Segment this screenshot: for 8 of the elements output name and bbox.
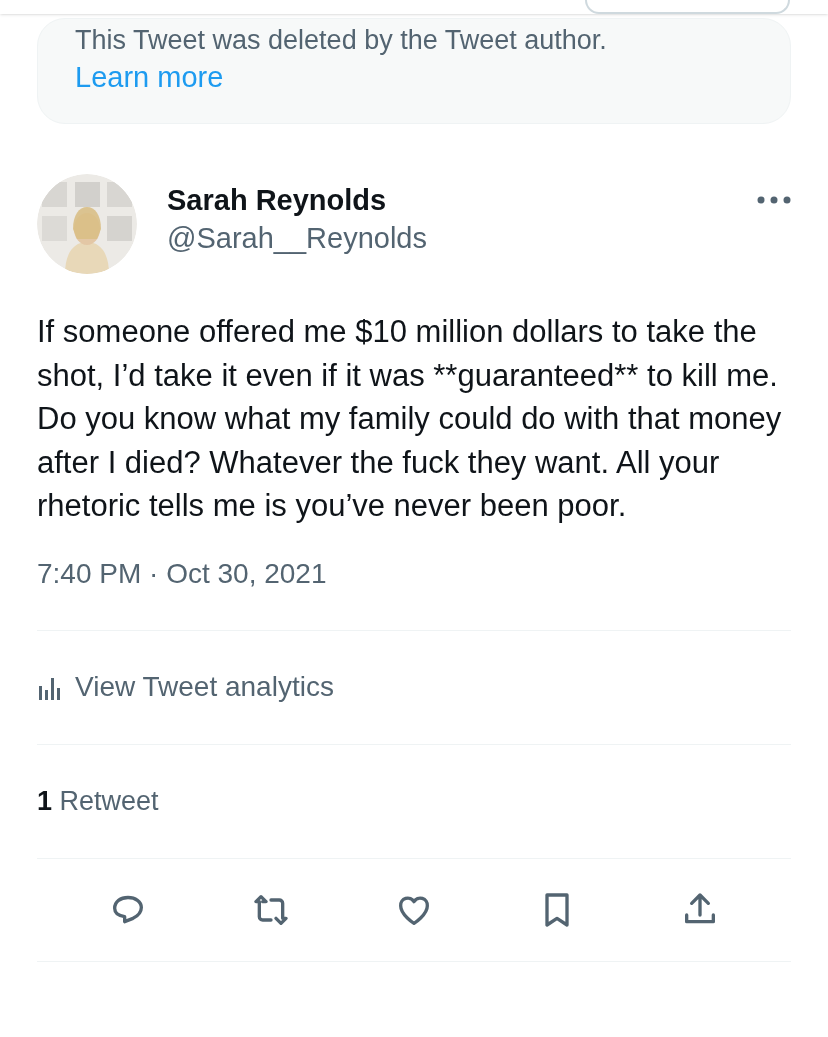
more-icon[interactable] <box>757 196 791 204</box>
notice-text: This Tweet was deleted by the Tweet author. <box>75 24 608 57</box>
author-handle[interactable]: @Sarah__Reynolds <box>167 220 757 256</box>
retweet-count-link[interactable]: 1 Retweet <box>37 780 159 822</box>
analytics-button[interactable]: View Tweet analytics <box>37 666 334 708</box>
tweet-timestamp[interactable]: 7:40 PM · Oct 30, 2021 <box>37 555 327 592</box>
tweet-text: If someone offered me $10 million dollars to take the shot, I’d take it even if it was **guaranteed** to kill me. Do you know what my family could do with that money after I died? Whatever the fuck they want. All your rhetoric tells me is you’ve never been poor. <box>37 313 783 525</box>
author-name[interactable]: Sarah Reynolds <box>167 182 757 218</box>
